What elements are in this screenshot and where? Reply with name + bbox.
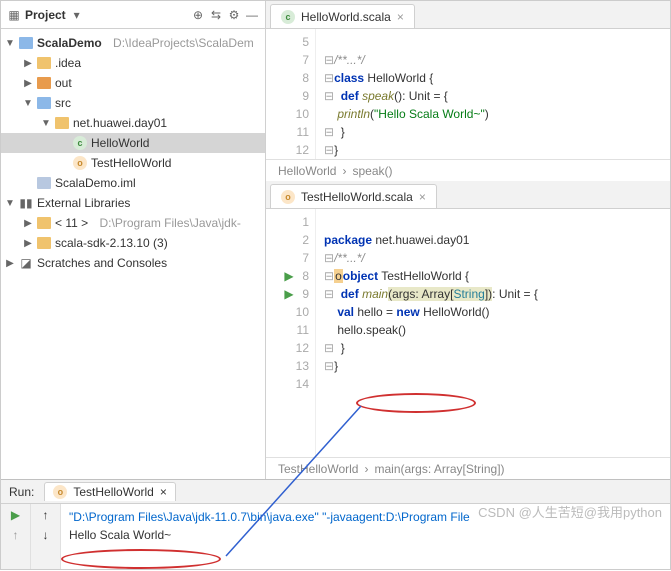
editor-area: c HelloWorld.scala × 5 7 8 9 10 11 12 ⊟/… xyxy=(266,1,670,479)
tree-item[interactable]: ▶.idea xyxy=(1,53,265,73)
code-area[interactable]: ⊟/**...*/⊟class HelloWorld {⊟ def speak(… xyxy=(316,29,670,159)
tab-testhelloworld[interactable]: o TestHelloWorld.scala × xyxy=(270,184,437,208)
editor2-tabs: o TestHelloWorld.scala × xyxy=(266,181,670,209)
project-sidebar: ▦ Project ▾ ⊕ ⇆ ⚙ — ▼ ScalaDemo D:\IdeaP… xyxy=(1,1,266,479)
run-tab[interactable]: o TestHelloWorld × xyxy=(44,482,176,501)
run-header: Run: o TestHelloWorld × xyxy=(1,480,670,504)
down-icon[interactable]: ↓ xyxy=(43,528,49,542)
object-icon: o xyxy=(73,156,87,170)
tree-item[interactable]: oTestHelloWorld xyxy=(1,153,265,173)
close-icon[interactable]: × xyxy=(419,190,426,204)
gutter: 5 7 8 9 10 11 12 xyxy=(266,29,316,159)
run-label: Run: xyxy=(9,485,34,499)
collapse-icon[interactable]: ⇆ xyxy=(209,8,223,22)
tree-item-selected[interactable]: cHelloWorld xyxy=(1,133,265,153)
run-gutter-icon[interactable]: ▶ xyxy=(284,267,293,285)
tree-item[interactable]: ScalaDemo.iml xyxy=(1,173,265,193)
run-toolbar2: ↑ ↓ xyxy=(31,504,61,569)
code-area[interactable]: package net.huawei.day01⊟/**...*/⊟oobjec… xyxy=(316,209,670,457)
run-output[interactable]: "D:\Program Files\Java\jdk-11.0.7\bin\ja… xyxy=(61,504,670,569)
tree-item[interactable]: ▶ < 11 > D:\Program Files\Java\jdk- xyxy=(1,213,265,233)
run-toolbar: ▶ ↑ xyxy=(1,504,31,569)
library-icon: ▮▮ xyxy=(19,196,33,210)
target-icon[interactable]: ⊕ xyxy=(191,8,205,22)
object-icon: o xyxy=(53,485,67,499)
close-icon[interactable]: × xyxy=(397,10,404,24)
class-icon: c xyxy=(281,10,295,24)
scratch-icon: ◪ xyxy=(19,256,33,270)
editor1-breadcrumb: HelloWorld›speak() xyxy=(266,159,670,181)
class-icon: c xyxy=(73,136,87,150)
tree-item[interactable]: ▼src xyxy=(1,93,265,113)
object-icon: o xyxy=(281,190,295,204)
tab-helloworld[interactable]: c HelloWorld.scala × xyxy=(270,4,415,28)
close-icon[interactable]: × xyxy=(160,485,167,499)
editor1[interactable]: 5 7 8 9 10 11 12 ⊟/**...*/⊟class HelloWo… xyxy=(266,29,670,159)
up-icon[interactable]: ↑ xyxy=(43,508,49,522)
stop-icon[interactable]: ↑ xyxy=(13,528,19,542)
run-gutter-icon[interactable]: ▶ xyxy=(284,285,293,303)
rerun-icon[interactable]: ▶ xyxy=(11,508,20,522)
tree-root[interactable]: ▼ ScalaDemo D:\IdeaProjects\ScalaDem xyxy=(1,33,265,53)
tree-item[interactable]: ▶scala-sdk-2.13.10 (3) xyxy=(1,233,265,253)
editor2[interactable]: 1 2 7 ▶8 ▶9 10 11 12 13 14 package net.h… xyxy=(266,209,670,457)
dropdown-icon[interactable]: ▾ xyxy=(70,8,84,22)
hide-icon[interactable]: — xyxy=(245,8,259,22)
project-icon: ▦ xyxy=(7,8,21,22)
tree-item[interactable]: ▶out xyxy=(1,73,265,93)
tree-external[interactable]: ▼▮▮External Libraries xyxy=(1,193,265,213)
sidebar-header: ▦ Project ▾ ⊕ ⇆ ⚙ — xyxy=(1,1,265,29)
editor2-breadcrumb: TestHelloWorld›main(args: Array[String]) xyxy=(266,457,670,479)
tree-item[interactable]: ▼net.huawei.day01 xyxy=(1,113,265,133)
run-panel: Run: o TestHelloWorld × ▶ ↑ ↑ ↓ "D:\Prog… xyxy=(1,479,670,569)
gear-icon[interactable]: ⚙ xyxy=(227,8,241,22)
editor1-tabs: c HelloWorld.scala × xyxy=(266,1,670,29)
tree-scratches[interactable]: ▶◪Scratches and Consoles xyxy=(1,253,265,273)
gutter: 1 2 7 ▶8 ▶9 10 11 12 13 14 xyxy=(266,209,316,457)
project-tree: ▼ ScalaDemo D:\IdeaProjects\ScalaDem ▶.i… xyxy=(1,29,265,479)
sidebar-title: Project xyxy=(25,8,66,22)
